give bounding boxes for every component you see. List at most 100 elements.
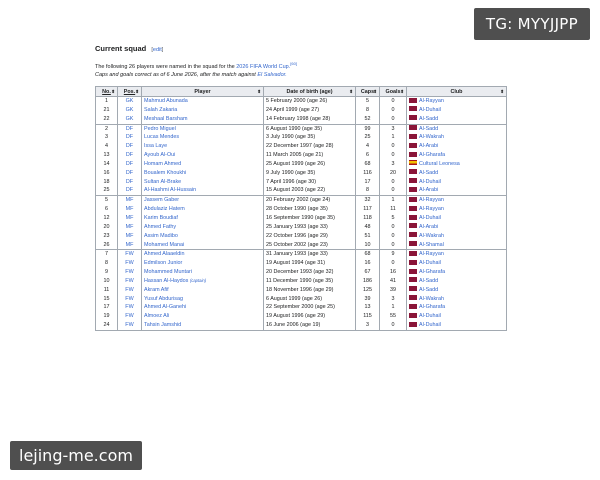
cell-club[interactable]: Al-Wakrah <box>406 133 507 143</box>
cell-position[interactable]: DF <box>117 142 142 152</box>
cell-position[interactable]: DF <box>117 133 142 143</box>
cell-player[interactable]: Ahmed Fathy <box>141 222 264 232</box>
club-link[interactable]: Al-Shamal <box>419 242 444 248</box>
cell-position[interactable]: DF <box>117 177 142 187</box>
cell-club[interactable]: Al-Gharafa <box>406 151 507 160</box>
cell-player[interactable]: Al-Hashmi Al-Hussain <box>141 186 264 196</box>
club-link[interactable]: Al-Rayyan <box>419 197 444 203</box>
club-link[interactable]: Al-Duhail <box>419 215 441 221</box>
club-link[interactable]: Al-Gharafa <box>419 304 445 310</box>
cell-club[interactable]: Al-Wakrah <box>406 231 507 241</box>
captain-note[interactable]: (captain) <box>190 278 206 283</box>
cell-position[interactable]: MF <box>117 195 142 206</box>
cell-club[interactable]: Al-Sadd <box>406 168 507 178</box>
cell-club[interactable]: Al-Duhail <box>406 312 507 322</box>
club-link[interactable]: Al-Arabi <box>419 224 438 230</box>
cell-club[interactable]: Al-Gharafa <box>406 268 507 277</box>
cell-player[interactable]: Mohamed Manai <box>141 240 264 250</box>
club-link[interactable]: Al-Wakrah <box>419 134 444 140</box>
club-link[interactable]: Al-Rayyan <box>419 98 444 104</box>
cell-player[interactable]: Hassan Al-Haydos (captain) <box>141 276 264 286</box>
cell-player[interactable]: Issa Laye <box>141 142 264 152</box>
cell-player[interactable]: Ayoub Al-Oui <box>141 151 264 160</box>
cell-club[interactable]: Al-Shamal <box>406 240 507 250</box>
cell-position[interactable]: FW <box>117 294 142 304</box>
column-header[interactable]: Player ⬍ <box>141 86 264 97</box>
column-header[interactable]: Date of birth (age) ⬍ <box>263 86 356 97</box>
cell-position[interactable]: FW <box>117 268 142 277</box>
cell-position[interactable]: GK <box>117 105 142 115</box>
cell-position[interactable]: FW <box>117 312 142 322</box>
sort-icon[interactable]: ⬍ <box>400 89 404 95</box>
cell-club[interactable]: Al-Gharafa <box>406 303 507 313</box>
world-cup-link[interactable]: 2026 FIFA World Cup. <box>236 64 290 70</box>
club-link[interactable]: Al-Duhail <box>419 107 441 113</box>
cell-position[interactable]: DF <box>117 151 142 160</box>
club-link[interactable]: Al-Rayyan <box>419 206 444 212</box>
sort-icon[interactable]: ⬍ <box>135 89 139 95</box>
club-link[interactable]: Al-Sadd <box>419 287 438 293</box>
club-link[interactable]: Al-Sadd <box>419 170 438 176</box>
club-link[interactable]: Al-Sadd <box>419 116 438 122</box>
cell-club[interactable]: Al-Duhail <box>406 213 507 223</box>
club-link[interactable]: Al-Duhail <box>419 322 441 328</box>
sort-icon[interactable]: ⬍ <box>257 89 261 95</box>
cell-player[interactable]: Salah Zakaria <box>141 105 264 115</box>
cell-position[interactable]: DF <box>117 168 142 178</box>
cell-club[interactable]: Al-Sadd <box>406 285 507 295</box>
cell-position[interactable]: MF <box>117 213 142 223</box>
sort-icon[interactable]: ⬍ <box>349 89 353 95</box>
club-link[interactable]: Al-Sadd <box>419 278 438 284</box>
sort-icon[interactable]: ⬍ <box>111 89 115 95</box>
cell-club[interactable]: Al-Wakrah <box>406 294 507 304</box>
cell-club[interactable]: Al-Arabi <box>406 222 507 232</box>
column-header[interactable]: No. ⬍ <box>95 86 118 97</box>
cell-club[interactable]: Al-Rayyan <box>406 205 507 214</box>
cell-player[interactable]: Sultan Al-Brake <box>141 177 264 187</box>
cell-player[interactable]: Pedro Miguel <box>141 123 264 134</box>
cell-player[interactable]: Tahsin Jamshid <box>141 321 264 331</box>
sort-icon[interactable]: ⬍ <box>500 89 504 95</box>
el-salvador-link[interactable]: El Salvador. <box>257 72 286 78</box>
cell-club[interactable]: Al-Duhail <box>406 259 507 269</box>
cell-player[interactable]: Abdulaziz Hatem <box>141 205 264 214</box>
club-link[interactable]: Cultural Leonesa <box>419 161 460 167</box>
cell-player[interactable]: Almoez Ali <box>141 312 264 322</box>
cell-player[interactable]: Mahmud Abunada <box>141 96 264 106</box>
cell-position[interactable]: DF <box>117 186 142 196</box>
cell-position[interactable]: DF <box>117 123 142 134</box>
club-link[interactable]: Al-Rayyan <box>419 251 444 257</box>
cell-club[interactable]: Cultural Leonesa <box>406 159 507 169</box>
cell-position[interactable]: FW <box>117 303 142 313</box>
cell-club[interactable]: Al-Rayyan <box>406 249 507 260</box>
club-link[interactable]: Al-Duhail <box>419 179 441 185</box>
cell-player[interactable]: Yusuf Abdurisag <box>141 294 264 304</box>
cell-club[interactable]: Al-Duhail <box>406 177 507 187</box>
cell-player[interactable]: Karim Boudiaf <box>141 213 264 223</box>
club-link[interactable]: Al-Duhail <box>419 260 441 266</box>
cell-position[interactable]: DF <box>117 159 142 169</box>
club-link[interactable]: Al-Gharafa <box>419 269 445 275</box>
cell-position[interactable]: GK <box>117 96 142 106</box>
cell-club[interactable]: Al-Arabi <box>406 142 507 152</box>
cell-club[interactable]: Al-Arabi <box>406 186 507 196</box>
cell-position[interactable]: MF <box>117 205 142 214</box>
column-header[interactable]: Club ⬍ <box>406 86 507 97</box>
cell-position[interactable]: FW <box>117 321 142 331</box>
club-link[interactable]: Al-Wakrah <box>419 296 444 302</box>
cell-player[interactable]: Lucas Mendes <box>141 133 264 143</box>
cell-player[interactable]: Assim Madibo <box>141 231 264 241</box>
club-link[interactable]: Al-Sadd <box>419 126 438 132</box>
club-link[interactable]: Al-Arabi <box>419 143 438 149</box>
cell-player[interactable]: Ahmed Al-Ganehi <box>141 303 264 313</box>
column-header[interactable]: Pos. ⬍ <box>117 86 142 97</box>
cell-position[interactable]: FW <box>117 276 142 286</box>
cell-position[interactable]: FW <box>117 259 142 269</box>
cell-position[interactable]: FW <box>117 285 142 295</box>
cell-club[interactable]: Al-Sadd <box>406 114 507 125</box>
cell-player[interactable]: Jassem Gaber <box>141 195 264 206</box>
cell-club[interactable]: Al-Duhail <box>406 321 507 331</box>
cell-player[interactable]: Meshaal Barsham <box>141 114 264 125</box>
cell-player[interactable]: Homam Ahmed <box>141 159 264 169</box>
club-link[interactable]: Al-Wakrah <box>419 233 444 239</box>
